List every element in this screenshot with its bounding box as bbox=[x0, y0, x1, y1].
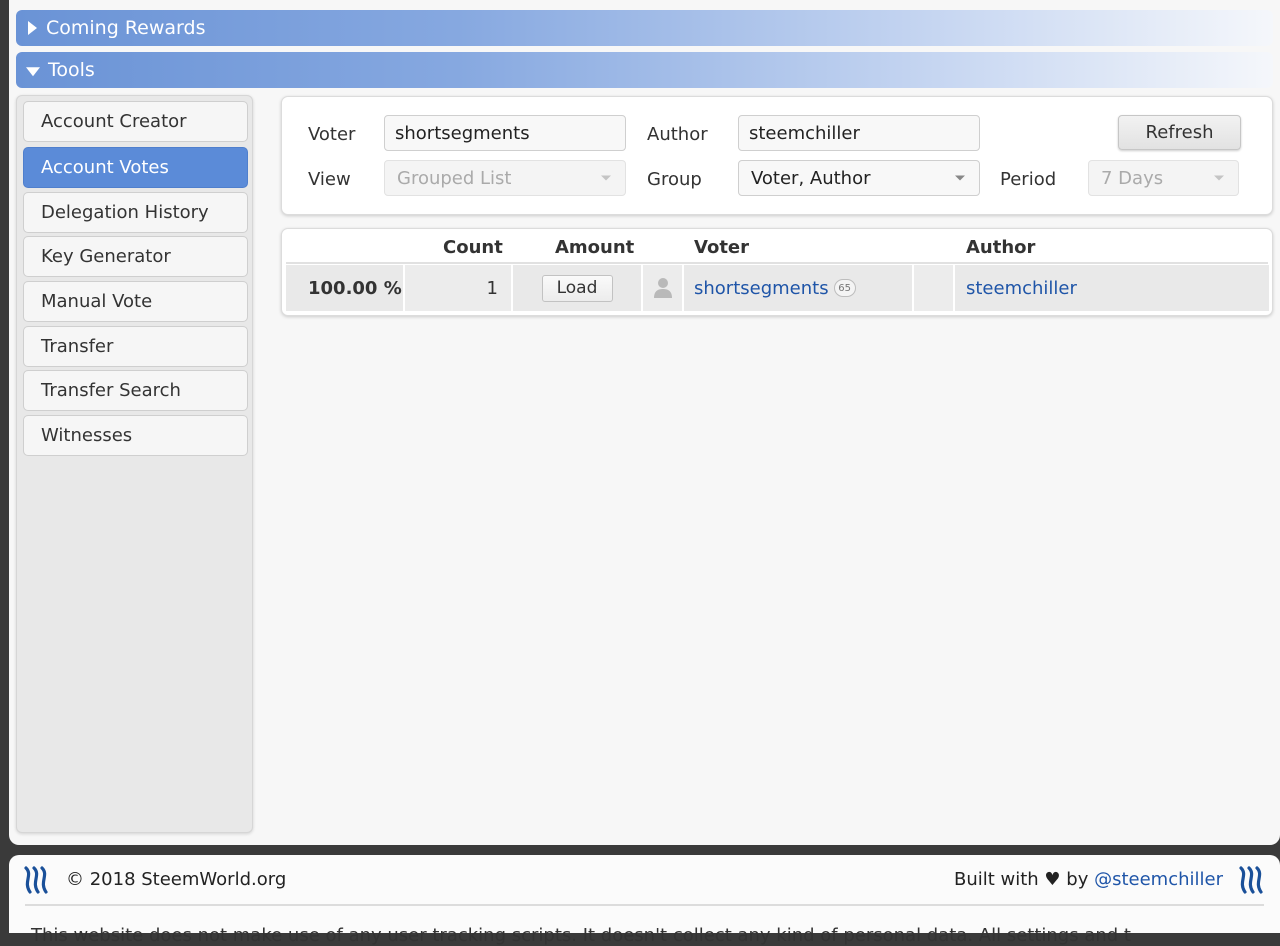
coming-rewards-header[interactable]: Coming Rewards bbox=[16, 10, 1273, 46]
sidebar-item-transfer[interactable]: Transfer bbox=[23, 326, 248, 367]
sidebar-item-key-generator[interactable]: Key Generator bbox=[23, 236, 248, 277]
period-label: Period bbox=[1000, 169, 1057, 190]
column-header-author: Author bbox=[966, 237, 1036, 258]
steem-logo-icon bbox=[24, 866, 48, 894]
sidebar-item-account-creator[interactable]: Account Creator bbox=[23, 101, 248, 142]
sidebar-item-transfer-search[interactable]: Transfer Search bbox=[23, 370, 248, 411]
sidebar-item-label: Manual Vote bbox=[41, 291, 153, 312]
votes-table: Count Amount Voter Author 100.00 % 1 Loa… bbox=[281, 228, 1273, 316]
expand-triangle-icon bbox=[28, 21, 37, 35]
voter-link[interactable]: shortsegments bbox=[694, 278, 829, 299]
column-header-count: Count bbox=[443, 237, 503, 258]
steemchiller-link[interactable]: @steemchiller bbox=[1094, 869, 1223, 890]
steem-logo-icon bbox=[1239, 866, 1263, 894]
author-label: Author bbox=[647, 124, 708, 145]
author-link[interactable]: steemchiller bbox=[966, 278, 1077, 299]
view-selected-value: Grouped List bbox=[397, 167, 512, 189]
group-select[interactable]: Voter, Author bbox=[738, 160, 980, 196]
voter-label: Voter bbox=[308, 124, 356, 145]
built-with-label: Built with ♥ by bbox=[953, 869, 1095, 890]
load-amount-button[interactable]: Load bbox=[541, 274, 613, 302]
tools-title: Tools bbox=[48, 59, 95, 81]
sidebar-item-witnesses[interactable]: Witnesses bbox=[23, 415, 248, 456]
chevron-down-icon bbox=[601, 175, 611, 181]
built-with-text: Built with ♥ by @steemchiller bbox=[954, 869, 1223, 890]
chevron-down-icon bbox=[1214, 175, 1224, 181]
sidebar-item-manual-vote[interactable]: Manual Vote bbox=[23, 281, 248, 322]
view-label: View bbox=[308, 169, 351, 190]
voter-input[interactable] bbox=[384, 115, 626, 151]
footer-divider bbox=[25, 904, 1264, 906]
column-header-voter: Voter bbox=[694, 237, 750, 258]
sidebar-item-account-votes[interactable]: Account Votes bbox=[23, 147, 248, 188]
row-amount-cell: Load bbox=[513, 265, 641, 311]
sidebar-item-label: Transfer Search bbox=[41, 380, 181, 401]
author-input[interactable] bbox=[738, 115, 980, 151]
row-avatar-cell bbox=[643, 265, 682, 311]
sidebar-item-delegation-history[interactable]: Delegation History bbox=[23, 192, 248, 233]
sidebar-item-label: Transfer bbox=[41, 336, 114, 357]
row-voter-cell: shortsegments 65 bbox=[684, 265, 912, 311]
collapse-triangle-icon bbox=[26, 67, 40, 77]
tools-header[interactable]: Tools bbox=[16, 52, 1273, 88]
row-count-cell: 1 bbox=[405, 265, 511, 311]
row-author-avatar-cell bbox=[914, 265, 953, 311]
footer: © 2018 SteemWorld.org Built with ♥ by @s… bbox=[9, 855, 1280, 946]
column-header-amount: Amount bbox=[555, 237, 635, 258]
sidebar-item-label: Witnesses bbox=[41, 425, 133, 446]
tools-sidebar: Account Creator Account Votes Delegation… bbox=[16, 95, 253, 833]
period-select[interactable]: 7 Days bbox=[1088, 160, 1239, 196]
group-selected-value: Voter, Author bbox=[751, 167, 871, 189]
reputation-badge: 65 bbox=[833, 279, 856, 297]
copyright-text: © 2018 SteemWorld.org bbox=[66, 869, 287, 890]
filter-panel: Voter Author Refresh View Grouped List G… bbox=[281, 96, 1273, 215]
privacy-disclaimer: This website does not make use of any us… bbox=[31, 925, 1131, 946]
refresh-button[interactable]: Refresh bbox=[1118, 115, 1241, 150]
sidebar-item-label: Key Generator bbox=[41, 246, 171, 267]
sidebar-item-label: Account Creator bbox=[41, 111, 187, 132]
header-divider bbox=[286, 262, 1268, 264]
user-avatar-icon bbox=[653, 278, 672, 298]
period-selected-value: 7 Days bbox=[1101, 167, 1164, 189]
chevron-down-icon bbox=[955, 175, 965, 181]
group-label: Group bbox=[647, 169, 702, 190]
coming-rewards-title: Coming Rewards bbox=[46, 17, 206, 39]
sidebar-item-label: Account Votes bbox=[41, 157, 169, 178]
row-author-cell: steemchiller bbox=[955, 265, 1269, 311]
row-percent-cell: 100.00 % bbox=[286, 265, 403, 311]
sidebar-item-label: Delegation History bbox=[41, 202, 209, 223]
view-select[interactable]: Grouped List bbox=[384, 160, 626, 196]
